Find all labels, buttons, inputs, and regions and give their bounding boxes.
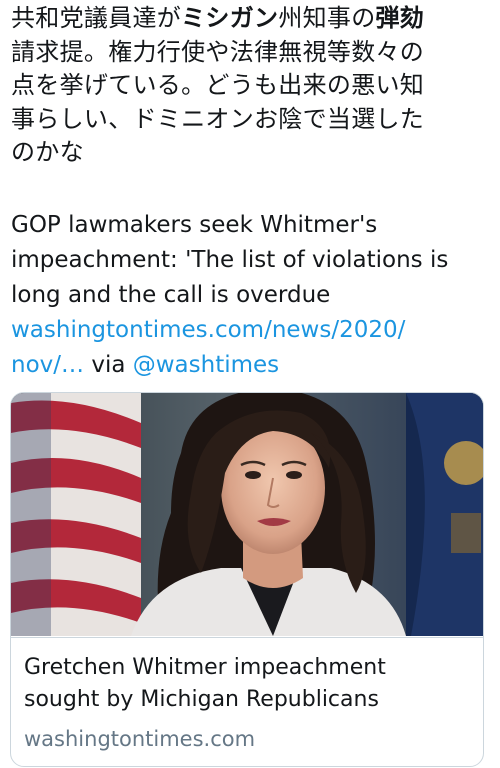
- card-domain: washingtontimes.com: [24, 727, 256, 751]
- via-text: via: [84, 352, 133, 378]
- card-title-line1: Gretchen Whitmer impeachment: [24, 655, 386, 680]
- article-link[interactable]: washingtontimes.com/news/2020/: [11, 313, 491, 348]
- mention-washtimes[interactable]: @washtimes: [133, 352, 279, 378]
- tweet-text-english: GOP lawmakers seek Whitmer's impeachment…: [11, 208, 491, 383]
- tweet-text-en-line1: GOP lawmakers seek Whitmer's: [11, 212, 378, 238]
- michigan-flag-graphic: [406, 393, 483, 636]
- card-image[interactable]: [11, 393, 483, 636]
- tweet-text-jp-line3: 点を挙げている。どうも出来の悪い知: [11, 71, 425, 99]
- tweet-text-japanese: 共和党議員達がミシガン州知事の弾劾 請求提。権力行使や法律無視等数々の 点を挙げ…: [11, 2, 481, 170]
- tweet-text-jp-line1a: 共和党議員達が: [11, 4, 182, 32]
- tweet-text-jp-line1d: 弾劾: [375, 4, 425, 32]
- american-flag-graphic: [11, 393, 141, 636]
- tweet-text-jp-line2: 請求提。権力行使や法律無視等数々の: [11, 37, 425, 66]
- card-title-line2: sought by Michigan Republicans: [24, 687, 379, 712]
- card-photo: [11, 393, 483, 636]
- tweet-text-jp-line5: のかな: [11, 138, 84, 166]
- link-preview-card[interactable]: Gretchen Whitmer impeachment sought by Mi…: [10, 392, 484, 767]
- tweet-text-jp-line4: 事らしい、ドミニオンお陰で当選した: [11, 104, 425, 133]
- tweet-text-jp-line1c: 州知事の: [278, 4, 376, 32]
- card-body[interactable]: Gretchen Whitmer impeachment sought by Mi…: [11, 637, 483, 766]
- tweet-text-en-line2: impeachment: 'The list of violations is: [11, 247, 449, 273]
- tweet-text-jp-line1b: ミシガン: [181, 4, 279, 32]
- tweet-text-en-line3: long and the call is overdue: [11, 282, 331, 308]
- article-link-continued[interactable]: nov/…: [11, 352, 84, 378]
- card-title[interactable]: Gretchen Whitmer impeachment sought by Mi…: [24, 652, 474, 716]
